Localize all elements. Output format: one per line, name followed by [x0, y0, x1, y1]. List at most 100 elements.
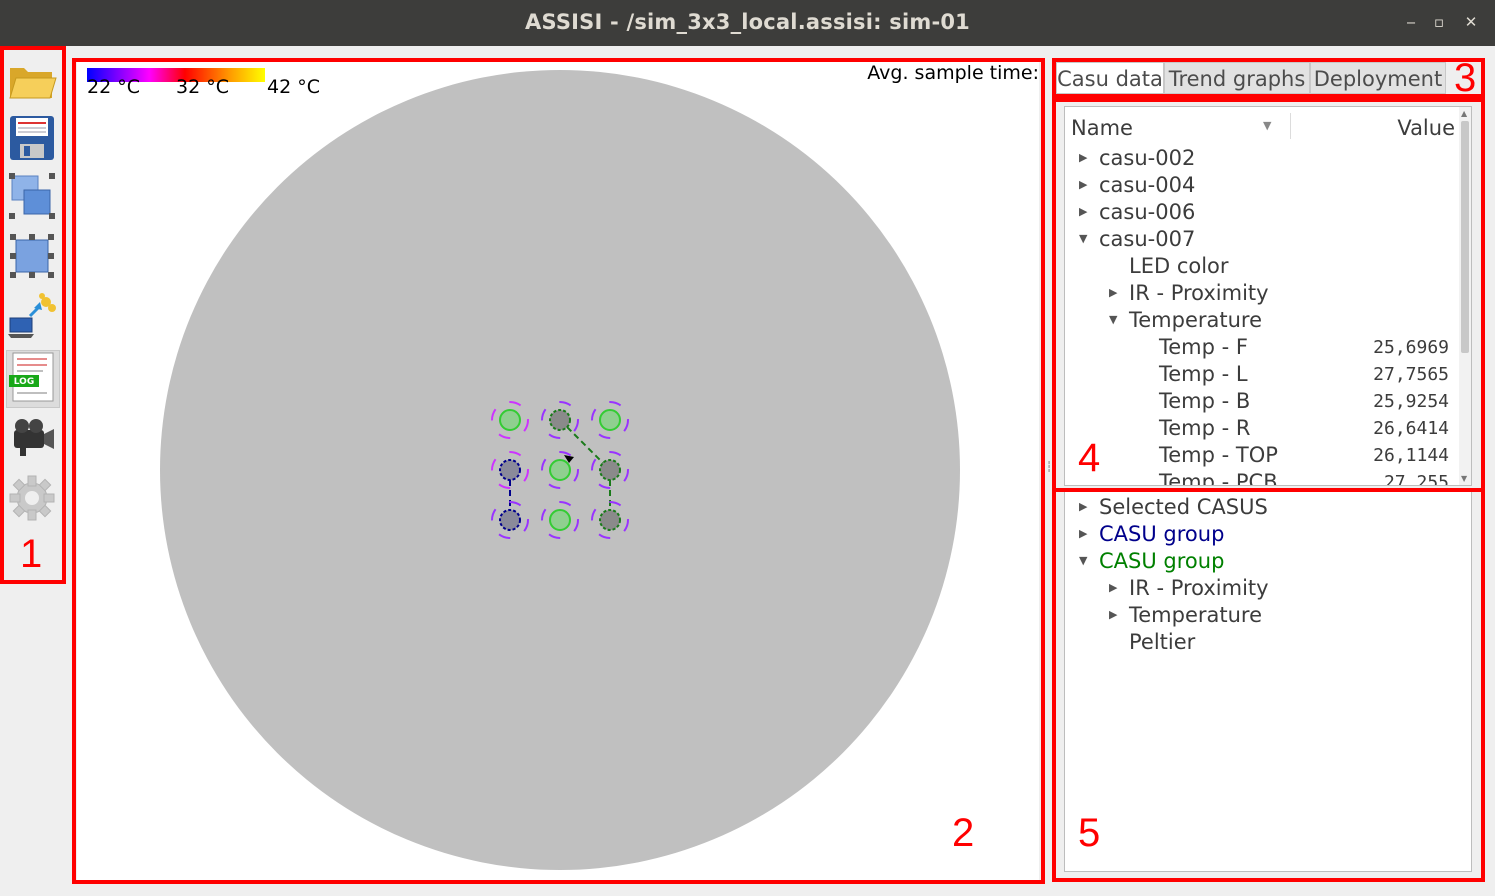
group-icon	[9, 173, 55, 219]
tree-row-label: casu-007	[1099, 227, 1196, 251]
tree-row-value: 27,7565	[1373, 364, 1449, 385]
tree-row[interactable]: ▼ casu-007	[1065, 227, 1461, 254]
main-toolbar: LOG	[0, 46, 64, 896]
tree-row-label: CASU group	[1099, 522, 1225, 546]
maximize-icon[interactable]: ▫	[1428, 11, 1450, 33]
tree-row[interactable]: Temp - R 26,6414	[1065, 416, 1461, 443]
legend-mid-label: 32 °C	[176, 76, 229, 98]
settings-button[interactable]	[6, 472, 58, 524]
tree-row-value: 25,6969	[1373, 337, 1449, 358]
tree-body: ▶ casu-002 ▶ casu-004 ▶ casu-006 ▼ casu-007 LED …	[1065, 146, 1461, 486]
simulation-canvas[interactable]: 22 °C 32 °C 42 °C Avg. sample time:	[77, 62, 1039, 880]
deploy-button[interactable]	[6, 292, 58, 344]
tree-row-label: Temp - TOP	[1159, 443, 1278, 467]
tree-row[interactable]: ▶ casu-006	[1065, 200, 1461, 227]
collapsed-arrow-icon[interactable]: ▶	[1079, 178, 1093, 191]
tree-row-label: Temp - PCB	[1159, 470, 1278, 486]
tree-row-label: casu-002	[1099, 146, 1196, 170]
tree-row[interactable]: ▶ Selected CASUS	[1065, 495, 1461, 522]
tree-row[interactable]: Peltier	[1065, 630, 1461, 657]
svg-text:LOG: LOG	[14, 377, 34, 387]
tree-row[interactable]: ▶ IR - Proximity	[1065, 281, 1461, 308]
tree-row[interactable]: LED color	[1065, 254, 1461, 281]
tab-casu-data[interactable]: Casu data	[1056, 62, 1164, 94]
tree-row[interactable]: ▶ Temperature	[1065, 603, 1461, 630]
tree-row[interactable]: Temp - PCB 27,255	[1065, 470, 1461, 486]
tree-row[interactable]: ▶ CASU group	[1065, 522, 1461, 549]
close-icon[interactable]: ✕	[1460, 11, 1482, 33]
open-file-button[interactable]	[6, 54, 58, 106]
avg-sample-time-label: Avg. sample time:	[867, 62, 1039, 84]
tree-row[interactable]: ▶ casu-004	[1065, 173, 1461, 200]
casu-group-tree[interactable]: ▶ Selected CASUS ▶ CASU group ▼ CASU group ▶ IR…	[1064, 490, 1472, 872]
ungroup-button[interactable]	[6, 230, 58, 282]
tree-row-label: Temp - F	[1159, 335, 1248, 359]
scene-view	[87, 68, 960, 870]
tree-row-label: Selected CASUS	[1099, 495, 1268, 519]
annotation-number-5: 5	[1078, 811, 1101, 855]
tree-row-label: casu-004	[1099, 173, 1196, 197]
expanded-arrow-icon[interactable]: ▼	[1079, 554, 1093, 567]
group-tree-body: ▶ Selected CASUS ▶ CASU group ▼ CASU group ▶ IR…	[1065, 495, 1461, 865]
ungroup-icon	[10, 234, 54, 278]
deploy-icon	[8, 293, 56, 338]
tree-row-label: Temp - B	[1159, 389, 1251, 413]
column-header-value[interactable]: Value	[1397, 116, 1455, 140]
expanded-arrow-icon[interactable]: ▼	[1079, 232, 1093, 245]
folder-open-icon	[9, 68, 57, 99]
tree-row-label: casu-006	[1099, 200, 1196, 224]
collapsed-arrow-icon[interactable]: ▶	[1079, 151, 1093, 164]
tree-row[interactable]: Temp - TOP 26,1144	[1065, 443, 1461, 470]
log-button[interactable]: LOG	[6, 350, 60, 408]
tree-row-value: 26,1144	[1373, 445, 1449, 466]
scrollbar-thumb[interactable]	[1461, 121, 1469, 353]
tree-row-label: Temp - L	[1159, 362, 1248, 386]
collapsed-arrow-icon[interactable]: ▶	[1079, 527, 1093, 540]
group-button[interactable]	[6, 170, 58, 222]
tree-row-label: Temp - R	[1159, 416, 1251, 440]
tab-trend-graphs[interactable]: Trend graphs	[1164, 62, 1310, 94]
sort-indicator-icon: ▼	[1263, 119, 1272, 132]
annotation-number-3: 3	[1454, 56, 1477, 100]
tree-scrollbar[interactable]: ▲ ▼	[1459, 107, 1471, 485]
tree-row-value: 27,255	[1383, 472, 1449, 486]
tree-row[interactable]: Temp - L 27,7565	[1065, 362, 1461, 389]
collapsed-arrow-icon[interactable]: ▶	[1079, 205, 1093, 218]
column-header-name[interactable]: Name	[1071, 116, 1133, 140]
tab-deployment[interactable]: Deployment	[1310, 62, 1446, 94]
tree-row[interactable]: ▶ casu-002	[1065, 146, 1461, 173]
floppy-disk-icon	[10, 116, 54, 160]
save-file-button[interactable]	[6, 112, 58, 164]
log-icon: LOG	[9, 352, 54, 402]
minimize-icon[interactable]: ‒	[1400, 11, 1422, 33]
collapsed-arrow-icon[interactable]: ▶	[1109, 608, 1123, 621]
collapsed-arrow-icon[interactable]: ▶	[1109, 286, 1123, 299]
tree-row-label: IR - Proximity	[1129, 576, 1269, 600]
casu-grid	[491, 401, 629, 539]
tree-row-label: Peltier	[1129, 630, 1196, 654]
tree-row-value: 26,6414	[1373, 418, 1449, 439]
tree-row-value: 25,9254	[1373, 391, 1449, 412]
gear-icon	[9, 475, 55, 521]
tree-row-label: Temperature	[1129, 603, 1263, 627]
tree-row[interactable]: Temp - F 25,6969	[1065, 335, 1461, 362]
annotation-number-1: 1	[20, 532, 43, 576]
collapsed-arrow-icon[interactable]: ▶	[1079, 500, 1093, 513]
tree-row-label: Temperature	[1129, 308, 1263, 332]
tree-row[interactable]: ▼ Temperature	[1065, 308, 1461, 335]
annotation-number-4: 4	[1078, 436, 1101, 480]
title-bar: ASSISI - /sim_3x3_local.assisi: sim-01 ‒…	[0, 0, 1495, 46]
tree-row[interactable]: ▶ IR - Proximity	[1065, 576, 1461, 603]
tree-row[interactable]: ▼ CASU group	[1065, 549, 1461, 576]
expanded-arrow-icon[interactable]: ▼	[1109, 313, 1123, 326]
video-camera-icon	[14, 419, 54, 456]
collapsed-arrow-icon[interactable]: ▶	[1109, 581, 1123, 594]
record-button[interactable]	[6, 412, 58, 464]
splitter-handle[interactable]: ┇	[1046, 462, 1052, 476]
tree-row-label: LED color	[1129, 254, 1229, 278]
casu-data-tree[interactable]: Name ▼ Value ▶ casu-002 ▶ casu-004 ▶ casu-006…	[1064, 106, 1472, 486]
legend-high-label: 42 °C	[267, 76, 320, 98]
annotation-number-2: 2	[952, 811, 975, 855]
tree-row[interactable]: Temp - B 25,9254	[1065, 389, 1461, 416]
tree-row-label: CASU group	[1099, 549, 1225, 573]
